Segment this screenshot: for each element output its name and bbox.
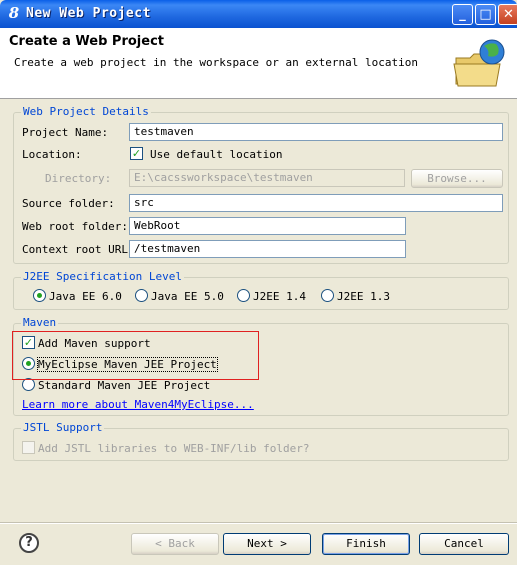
maven-label: Maven xyxy=(21,316,59,329)
footer-separator xyxy=(0,522,517,524)
java-ee-5-label: Java EE 5.0 xyxy=(151,290,224,303)
standard-maven-label: Standard Maven JEE Project xyxy=(38,379,211,392)
j2ee-1-3-label: J2EE 1.3 xyxy=(337,290,390,303)
page-title: Create a Web Project xyxy=(9,34,164,49)
context-root-label: Context root URL: xyxy=(22,243,135,256)
add-jstl-checkbox[interactable] xyxy=(22,441,35,454)
wizard-header: Create a Web Project Create a web projec… xyxy=(0,28,517,99)
learn-more-maven-link[interactable]: Learn more about Maven4MyEclipse... xyxy=(22,398,254,411)
myeclipse-logo-icon: 8 xyxy=(8,4,20,22)
maximize-icon[interactable]: □ xyxy=(475,4,496,25)
help-icon[interactable]: ? xyxy=(19,533,39,553)
page-description: Create a web project in the workspace or… xyxy=(14,56,418,69)
close-icon[interactable]: ✕ xyxy=(498,4,517,25)
location-label: Location: xyxy=(22,148,82,161)
add-jstl-label: Add JSTL libraries to WEB-INF/lib folder… xyxy=(38,442,310,455)
use-default-location-label: Use default location xyxy=(150,148,283,161)
window-title: New Web Project xyxy=(26,6,151,21)
j2ee-1-3-radio[interactable] xyxy=(321,289,334,302)
j2ee-1-4-label: J2EE 1.4 xyxy=(253,290,306,303)
finish-button[interactable]: Finish xyxy=(322,533,410,555)
source-folder-label: Source folder: xyxy=(22,197,115,210)
annotation-highlight-box xyxy=(12,331,259,380)
next-button[interactable]: Next > xyxy=(223,533,311,555)
directory-label: Directory: xyxy=(45,172,112,185)
project-name-field[interactable]: testmaven xyxy=(129,123,503,141)
directory-field[interactable]: E:\cacssworkspace\testmaven xyxy=(129,169,405,187)
title-bar[interactable]: 8 New Web Project _ □ ✕ xyxy=(0,0,517,28)
j2ee-spec-label: J2EE Specification Level xyxy=(21,270,184,283)
folder-globe-icon xyxy=(453,39,505,87)
web-project-details-label: Web Project Details xyxy=(21,105,151,118)
java-ee-6-radio[interactable] xyxy=(33,289,46,302)
use-default-location-checkbox[interactable]: ✓ xyxy=(130,147,143,160)
cancel-button[interactable]: Cancel xyxy=(419,533,509,555)
web-root-label: Web root folder: xyxy=(22,220,128,233)
web-root-field[interactable]: WebRoot xyxy=(129,217,406,235)
context-root-field[interactable]: /testmaven xyxy=(129,240,406,258)
minimize-icon[interactable]: _ xyxy=(452,4,473,25)
source-folder-field[interactable]: src xyxy=(129,194,503,212)
j2ee-1-4-radio[interactable] xyxy=(237,289,250,302)
project-name-label: Project Name: xyxy=(22,126,109,139)
browse-button[interactable]: Browse... xyxy=(411,169,503,188)
jstl-support-label: JSTL Support xyxy=(21,421,105,434)
back-button[interactable]: < Back xyxy=(131,533,219,555)
java-ee-6-label: Java EE 6.0 xyxy=(49,290,122,303)
java-ee-5-radio[interactable] xyxy=(135,289,148,302)
